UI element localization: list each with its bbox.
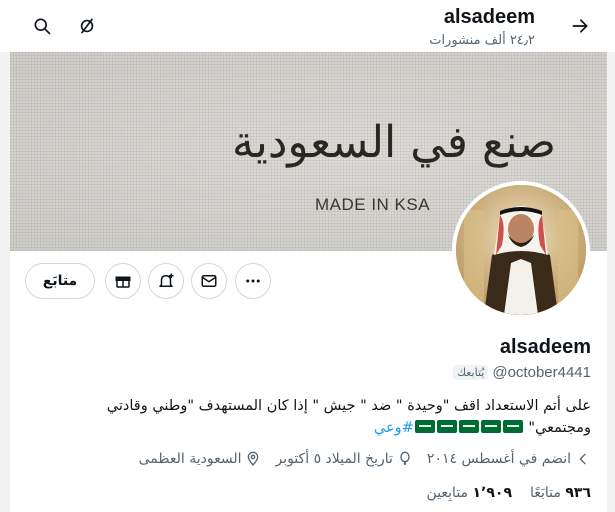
joined-text: انضم في أغسطس ٢٠١٤ bbox=[426, 451, 571, 467]
followers-count: ١٬٩٠٩ bbox=[472, 485, 513, 501]
more-options-button[interactable] bbox=[235, 263, 271, 299]
envelope-icon bbox=[201, 275, 217, 287]
flags bbox=[414, 420, 524, 436]
hashtag-link[interactable]: #وعي bbox=[374, 420, 414, 436]
notifications-button[interactable] bbox=[148, 263, 184, 299]
header-username: alsadeem bbox=[443, 6, 535, 28]
follows-you-badge: يُتابعك bbox=[452, 365, 489, 380]
handle: @october4441 bbox=[492, 364, 591, 381]
saudi-flag-icon bbox=[502, 420, 523, 433]
no-retweets-icon[interactable] bbox=[69, 8, 105, 44]
joined-item[interactable]: انضم في أغسطس ٢٠١٤ bbox=[427, 451, 591, 467]
saudi-flag-icon bbox=[414, 420, 435, 433]
subscribe-button[interactable] bbox=[105, 263, 141, 299]
banner-arabic-text: صنع في السعودية bbox=[232, 117, 557, 168]
banner-english-text: MADE IN KSA bbox=[315, 195, 431, 214]
following-stat[interactable]: ٩٣٦ متابَعًا bbox=[530, 485, 591, 501]
following-label: متابَعًا bbox=[530, 485, 561, 501]
bio-line-2-text: ومجتمعي" bbox=[523, 420, 591, 436]
location-text: السعودية العظمى bbox=[138, 451, 242, 467]
followers-label: متابِعين bbox=[426, 485, 469, 501]
balloon-icon bbox=[400, 451, 410, 466]
gift-icon bbox=[115, 276, 131, 288]
page-frame-right bbox=[607, 52, 615, 512]
more-icon bbox=[246, 279, 260, 283]
search-icon[interactable] bbox=[24, 8, 60, 44]
birthday-text: تاريخ الميلاد ٥ أكتوبر bbox=[275, 451, 393, 467]
saudi-flag-icon bbox=[480, 420, 501, 433]
follow-stats: ٩٣٦ متابَعًا ١٬٩٠٩ متابِعين bbox=[427, 485, 591, 501]
posts-count: ٢٤٫٢ ألف منشورات bbox=[429, 33, 535, 48]
bio: على أتم الاستعداد اقف "وحيدة " ضد " جيش … bbox=[21, 395, 591, 439]
saudi-flag-icon bbox=[458, 420, 479, 433]
bio-line-1: على أتم الاستعداد اقف "وحيدة " ضد " جيش … bbox=[106, 398, 591, 414]
followers-stat[interactable]: ١٬٩٠٩ متابِعين bbox=[427, 485, 512, 501]
profile-meta: انضم في أغسطس ٢٠١٤ تاريخ الميلاد ٥ أكتوب… bbox=[139, 451, 591, 467]
chevron-icon bbox=[579, 453, 586, 465]
location-pin-icon bbox=[248, 451, 259, 467]
page-frame-left bbox=[0, 52, 10, 512]
birthday-item: تاريخ الميلاد ٥ أكتوبر bbox=[275, 451, 412, 467]
location-item: السعودية العظمى bbox=[139, 451, 262, 467]
bio-line-2: ومجتمعي" #وعي bbox=[21, 417, 591, 439]
display-name: alsadeem bbox=[499, 336, 591, 358]
bell-plus-icon bbox=[159, 273, 174, 287]
handle-row: @october4441 يُتابعك bbox=[452, 364, 591, 381]
top-bar: alsadeem ٢٤٫٢ ألف منشورات bbox=[0, 0, 615, 52]
following-button[interactable]: متابَع bbox=[25, 263, 95, 299]
back-arrow-icon[interactable] bbox=[562, 8, 598, 44]
avatar[interactable] bbox=[452, 181, 590, 319]
saudi-flag-icon bbox=[436, 420, 457, 433]
message-button[interactable] bbox=[191, 263, 227, 299]
following-count: ٩٣٦ bbox=[565, 485, 591, 501]
